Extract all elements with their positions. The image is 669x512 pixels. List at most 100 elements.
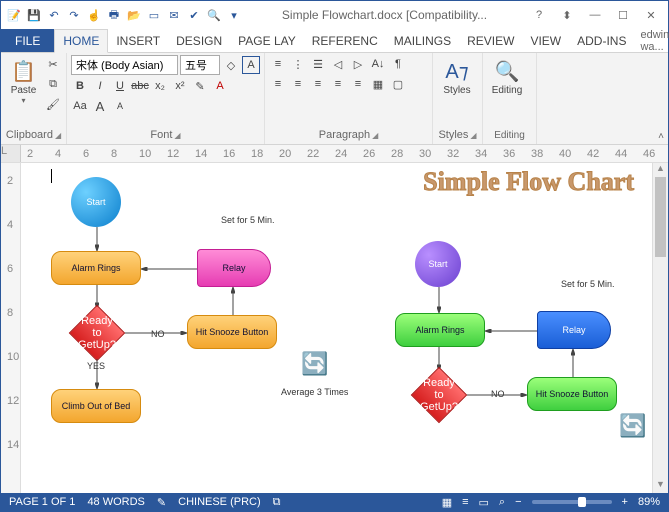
superscript-button[interactable]: x² xyxy=(171,77,189,95)
tab-review[interactable]: REVIEW xyxy=(459,29,522,52)
tab-design[interactable]: DESIGN xyxy=(168,29,230,52)
word-icon: 📝 xyxy=(5,6,23,24)
copy-button[interactable]: ⧉ xyxy=(44,75,62,93)
ruler-horizontal[interactable]: L 24681012141618202224262830323436384042… xyxy=(1,145,668,163)
word-count[interactable]: 48 WORDS xyxy=(87,496,144,508)
quick-access-toolbar: 📝 💾 ↶ ↷ ☝ 🖶 📂 ▭ ✉ ✔ 🔍 ▾ xyxy=(5,6,243,24)
save-icon[interactable]: 💾 xyxy=(25,6,43,24)
font-color-button[interactable]: A xyxy=(211,77,229,95)
view-print-button[interactable]: ▦ xyxy=(442,496,452,509)
highlight-button[interactable]: ✎ xyxy=(191,77,209,95)
redo-icon[interactable]: ↷ xyxy=(65,6,83,24)
tab-references[interactable]: REFERENC xyxy=(304,29,386,52)
styles-launcher-icon[interactable]: ◢ xyxy=(470,131,476,140)
vertical-scrollbar[interactable]: ▲ ▼ xyxy=(652,163,668,493)
font-name-combo[interactable]: 宋体 (Body Asian) xyxy=(71,55,178,75)
proof-icon[interactable]: ✎ xyxy=(157,496,166,509)
paragraph-launcher-icon[interactable]: ◢ xyxy=(372,131,378,140)
clipboard-launcher-icon[interactable]: ◢ xyxy=(55,131,61,140)
align-left-button[interactable]: ≡ xyxy=(269,75,287,93)
italic-button[interactable]: I xyxy=(91,77,109,95)
line-spacing-button[interactable]: ≡ xyxy=(349,75,367,93)
find-icon[interactable]: 🔍 xyxy=(205,6,223,24)
zoom-value[interactable]: 89% xyxy=(638,496,660,508)
view-web-button[interactable]: ▭ xyxy=(479,496,489,509)
right-start-node: Start xyxy=(415,241,461,287)
scroll-up-icon[interactable]: ▲ xyxy=(653,163,668,177)
styles-button[interactable]: A⁊ Styles xyxy=(437,55,477,98)
group-clipboard-label: Clipboard xyxy=(6,129,53,141)
zoom-slider[interactable] xyxy=(532,500,612,504)
tab-addins[interactable]: ADD-INS xyxy=(569,29,634,52)
zoom-knob[interactable] xyxy=(578,497,586,507)
maximize-button[interactable]: ☐ xyxy=(610,5,636,25)
macro-icon[interactable]: ⧉ xyxy=(273,496,281,509)
right-set5-label: Set for 5 Min. xyxy=(561,279,615,289)
scroll-thumb[interactable] xyxy=(655,177,666,257)
right-snooze-node: Hit Snooze Button xyxy=(527,377,617,411)
minimize-button[interactable]: — xyxy=(582,5,608,25)
underline-button[interactable]: U xyxy=(111,77,129,95)
format-painter-button[interactable]: 🖌 xyxy=(44,95,62,113)
zoom-out-button[interactable]: − xyxy=(515,496,521,508)
ruler-vertical[interactable]: 2468101214 xyxy=(1,163,21,493)
bullets-button[interactable]: ≡ xyxy=(269,55,287,73)
open-icon[interactable]: 📂 xyxy=(125,6,143,24)
document-area[interactable]: Simple Flow Chart Start Alarm Rings Rela… xyxy=(21,163,652,493)
collapse-ribbon-button[interactable]: ˄ xyxy=(658,131,664,142)
multilevel-button[interactable]: ☰ xyxy=(309,55,327,73)
qat-dropdown-icon[interactable]: ▾ xyxy=(225,6,243,24)
left-relay-node: Relay xyxy=(197,249,271,287)
scroll-down-icon[interactable]: ▼ xyxy=(653,479,668,493)
cut-button[interactable]: ✂ xyxy=(44,55,62,73)
sort-button[interactable]: A↓ xyxy=(369,55,387,73)
language-status[interactable]: CHINESE (PRC) xyxy=(178,496,261,508)
email-icon[interactable]: ✉ xyxy=(165,6,183,24)
touch-icon[interactable]: ☝ xyxy=(85,6,103,24)
left-alarm-node: Alarm Rings xyxy=(51,251,141,285)
increase-indent-button[interactable]: ▷ xyxy=(349,55,367,73)
help-button[interactable]: ? xyxy=(526,5,552,25)
font-size-combo[interactable]: 五号 xyxy=(180,55,220,75)
group-editing: 🔍 Editing Editing xyxy=(483,53,537,144)
view-read-button[interactable]: ≡ xyxy=(462,496,468,508)
bold-button[interactable]: B xyxy=(71,77,89,95)
page-status[interactable]: PAGE 1 OF 1 xyxy=(9,496,75,508)
new-icon[interactable]: ▭ xyxy=(145,6,163,24)
show-marks-button[interactable]: ¶ xyxy=(389,55,407,73)
strike-button[interactable]: abc xyxy=(131,77,149,95)
decrease-indent-button[interactable]: ◁ xyxy=(329,55,347,73)
align-center-button[interactable]: ≡ xyxy=(289,75,307,93)
tab-pagelayout[interactable]: PAGE LAY xyxy=(230,29,304,52)
subscript-button[interactable]: x₂ xyxy=(151,77,169,95)
file-tab[interactable]: FILE xyxy=(1,29,54,52)
tab-home[interactable]: HOME xyxy=(54,29,108,53)
paste-button[interactable]: 📋 Paste ▾ xyxy=(5,55,42,107)
grow-font-button[interactable]: A xyxy=(91,97,109,115)
editing-button[interactable]: 🔍 Editing xyxy=(487,55,527,98)
char-border-button[interactable]: A xyxy=(242,56,260,74)
spell-icon[interactable]: ✔ xyxy=(185,6,203,24)
numbering-button[interactable]: ⋮ xyxy=(289,55,307,73)
align-right-button[interactable]: ≡ xyxy=(309,75,327,93)
tab-mailings[interactable]: MAILINGS xyxy=(386,29,459,52)
shrink-font-button[interactable]: A xyxy=(111,97,129,115)
view-outline-button[interactable]: ⌕ xyxy=(499,496,505,509)
ribbon: 📋 Paste ▾ ✂ ⧉ 🖌 Clipboard◢ 宋体 (Body Asia… xyxy=(1,53,668,145)
print-icon[interactable]: 🖶 xyxy=(105,6,123,24)
shading-button[interactable]: ▦ xyxy=(369,75,387,93)
tab-insert[interactable]: INSERT xyxy=(108,29,168,52)
ribbon-display-button[interactable]: ⬍ xyxy=(554,5,580,25)
justify-button[interactable]: ≡ xyxy=(329,75,347,93)
right-relay-node: Relay xyxy=(537,311,611,349)
change-case-button[interactable]: Aa xyxy=(71,97,89,115)
clear-format-button[interactable]: ◇ xyxy=(222,56,240,74)
user-menu[interactable]: edwin wa... ▾ xyxy=(634,29,669,52)
borders-button[interactable]: ▢ xyxy=(389,75,407,93)
close-button[interactable]: ✕ xyxy=(638,5,664,25)
tab-view[interactable]: VIEW xyxy=(522,29,569,52)
editing-label: Editing xyxy=(492,85,523,96)
font-launcher-icon[interactable]: ◢ xyxy=(174,131,180,140)
zoom-in-button[interactable]: + xyxy=(622,496,628,508)
undo-icon[interactable]: ↶ xyxy=(45,6,63,24)
